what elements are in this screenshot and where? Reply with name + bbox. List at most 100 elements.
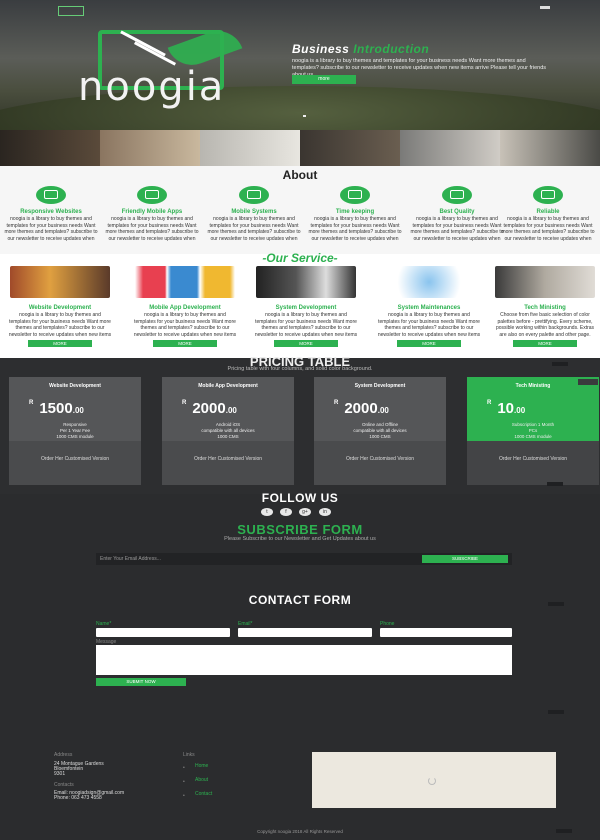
- link-bullet-icon: •: [183, 765, 185, 771]
- photo-2: [100, 130, 200, 166]
- subscribe-email-input[interactable]: Enter Your Email Address...: [100, 556, 400, 563]
- check-icon: [442, 186, 472, 204]
- submit-button[interactable]: SUBMIT NOW: [96, 678, 186, 686]
- contacts-label: Contacts: [54, 782, 74, 788]
- message-field[interactable]: [96, 645, 512, 675]
- link-bullet-icon: •: [183, 793, 185, 799]
- service-title: System Maintenances: [397, 305, 461, 311]
- service-image: [256, 266, 356, 298]
- price-cents: .00: [514, 406, 526, 415]
- email-label: Email*: [238, 621, 253, 627]
- twitter-icon[interactable]: t: [261, 508, 273, 516]
- intro-more-button[interactable]: more: [292, 75, 356, 84]
- photo-5: [400, 130, 500, 166]
- feature-card: Best Quality noogia is a library to buy …: [409, 186, 505, 242]
- price-card: System Development R 2000.00 Online and O…: [314, 377, 446, 485]
- price-amount: 2000: [344, 400, 378, 417]
- scroll-button[interactable]: [548, 710, 564, 714]
- price-card-highlighted: Tech Ministing R 10.00 Subscription 1 Mon…: [467, 377, 599, 485]
- feature-card: Time keeping noogia is a library to buy …: [307, 186, 403, 242]
- price-cents: .00: [377, 406, 389, 415]
- order-button[interactable]: Order Her Customised Version: [467, 441, 599, 485]
- feature-card: Responsive Websites noogia is a library …: [3, 186, 99, 242]
- currency: R: [29, 400, 34, 406]
- service-card: System Maintenances noogia is a library …: [377, 266, 481, 347]
- box-icon: [533, 186, 563, 204]
- service-more-button[interactable]: MORE: [513, 340, 577, 347]
- feature-text: noogia is a library to buy themes and te…: [4, 216, 98, 242]
- monitor-icon: [239, 186, 269, 204]
- scroll-button[interactable]: [556, 829, 572, 833]
- price-card: Mobile App Development R 2000.00 Android …: [162, 377, 294, 485]
- copyright: Copyright noogia 2018 All Rights Reserve…: [257, 829, 343, 834]
- service-more-button[interactable]: MORE: [28, 340, 92, 347]
- intro-title-accent: Introduction: [353, 42, 430, 56]
- service-card: Website Development noogia is a library …: [8, 266, 112, 347]
- feature-card: Reliable noogia is a library to buy them…: [500, 186, 596, 242]
- plan-price: R 10.00: [487, 400, 599, 417]
- phone-field[interactable]: [380, 628, 512, 637]
- link-bullet-icon: •: [183, 779, 185, 785]
- feature-title: Responsive Websites: [20, 209, 82, 215]
- footer-link-home[interactable]: Home: [195, 763, 208, 769]
- feature-text: noogia is a library to buy themes and te…: [410, 216, 504, 242]
- service-text: noogia is a library to buy themes and te…: [8, 312, 112, 338]
- currency: R: [334, 400, 339, 406]
- feature-card: Mobile Systems noogia is a library to bu…: [206, 186, 302, 242]
- subscribe-text: Please Subscribe to our Newsletter and G…: [224, 536, 376, 542]
- footer-link-contact[interactable]: Contact: [195, 791, 212, 797]
- price-amount: 2000: [192, 400, 226, 417]
- contact-title: CONTACT FORM: [248, 593, 352, 607]
- price-cents: .00: [72, 406, 84, 415]
- service-text: Choose from five basic selection of colo…: [495, 312, 595, 338]
- logo-text: noogia: [78, 64, 226, 110]
- slider-indicator[interactable]: [303, 115, 306, 117]
- plan-price: R 1500.00: [29, 400, 141, 417]
- plan-name: Website Development: [49, 383, 101, 389]
- footer-link-about[interactable]: About: [195, 777, 208, 783]
- subscribe-button[interactable]: SUBSCRIBE: [422, 555, 508, 563]
- plan-name: System Development: [354, 383, 406, 389]
- order-button[interactable]: Order Her Customised Version: [314, 441, 446, 485]
- service-image: [10, 266, 110, 298]
- service-more-button[interactable]: MORE: [153, 340, 217, 347]
- loading-spinner-icon: [428, 777, 436, 785]
- feature-text: noogia is a library to buy themes and te…: [308, 216, 402, 242]
- price-amount: 10: [497, 400, 515, 417]
- photo-3: [200, 130, 300, 166]
- linkedin-icon[interactable]: in: [319, 508, 331, 516]
- photo-6: [500, 130, 600, 166]
- google-plus-icon[interactable]: g+: [299, 508, 311, 516]
- scroll-button[interactable]: [552, 362, 568, 366]
- service-text: noogia is a library to buy themes and te…: [377, 312, 481, 338]
- price-amount: 1500: [39, 400, 73, 417]
- name-label: Name*: [96, 621, 112, 627]
- menu-icon[interactable]: [540, 6, 550, 9]
- order-button[interactable]: Order Her Customised Version: [162, 441, 294, 485]
- scroll-button[interactable]: [547, 482, 563, 486]
- follow-title: FOLLOW US: [261, 491, 339, 505]
- service-title: Tech Ministing: [524, 305, 566, 311]
- service-image: [135, 266, 235, 298]
- order-button[interactable]: Order Her Customised Version: [9, 441, 141, 485]
- intro-title: Business Introduction: [292, 42, 429, 56]
- name-field[interactable]: [96, 628, 230, 637]
- clock-icon: [340, 186, 370, 204]
- facebook-icon[interactable]: f: [280, 508, 292, 516]
- service-title: Website Development: [28, 305, 92, 311]
- service-title: Mobile App Development: [149, 305, 221, 311]
- email-field[interactable]: [238, 628, 372, 637]
- currency: R: [487, 400, 492, 406]
- service-card: System Development noogia is a library t…: [254, 266, 358, 347]
- top-logo[interactable]: [58, 6, 84, 16]
- pricing-subtitle: Pricing table with four columns, and sol…: [227, 366, 373, 372]
- about-title: About: [282, 168, 318, 182]
- feature-title: Mobile Systems: [231, 209, 277, 215]
- service-more-button[interactable]: MORE: [274, 340, 338, 347]
- feature-title: Time keeping: [335, 209, 375, 215]
- service-more-button[interactable]: MORE: [397, 340, 461, 347]
- feature-text: noogia is a library to buy themes and te…: [207, 216, 301, 242]
- laptop-icon: [36, 186, 66, 204]
- links-label: Links: [183, 752, 195, 758]
- price-card: Website Development R 1500.00 Responsive …: [9, 377, 141, 485]
